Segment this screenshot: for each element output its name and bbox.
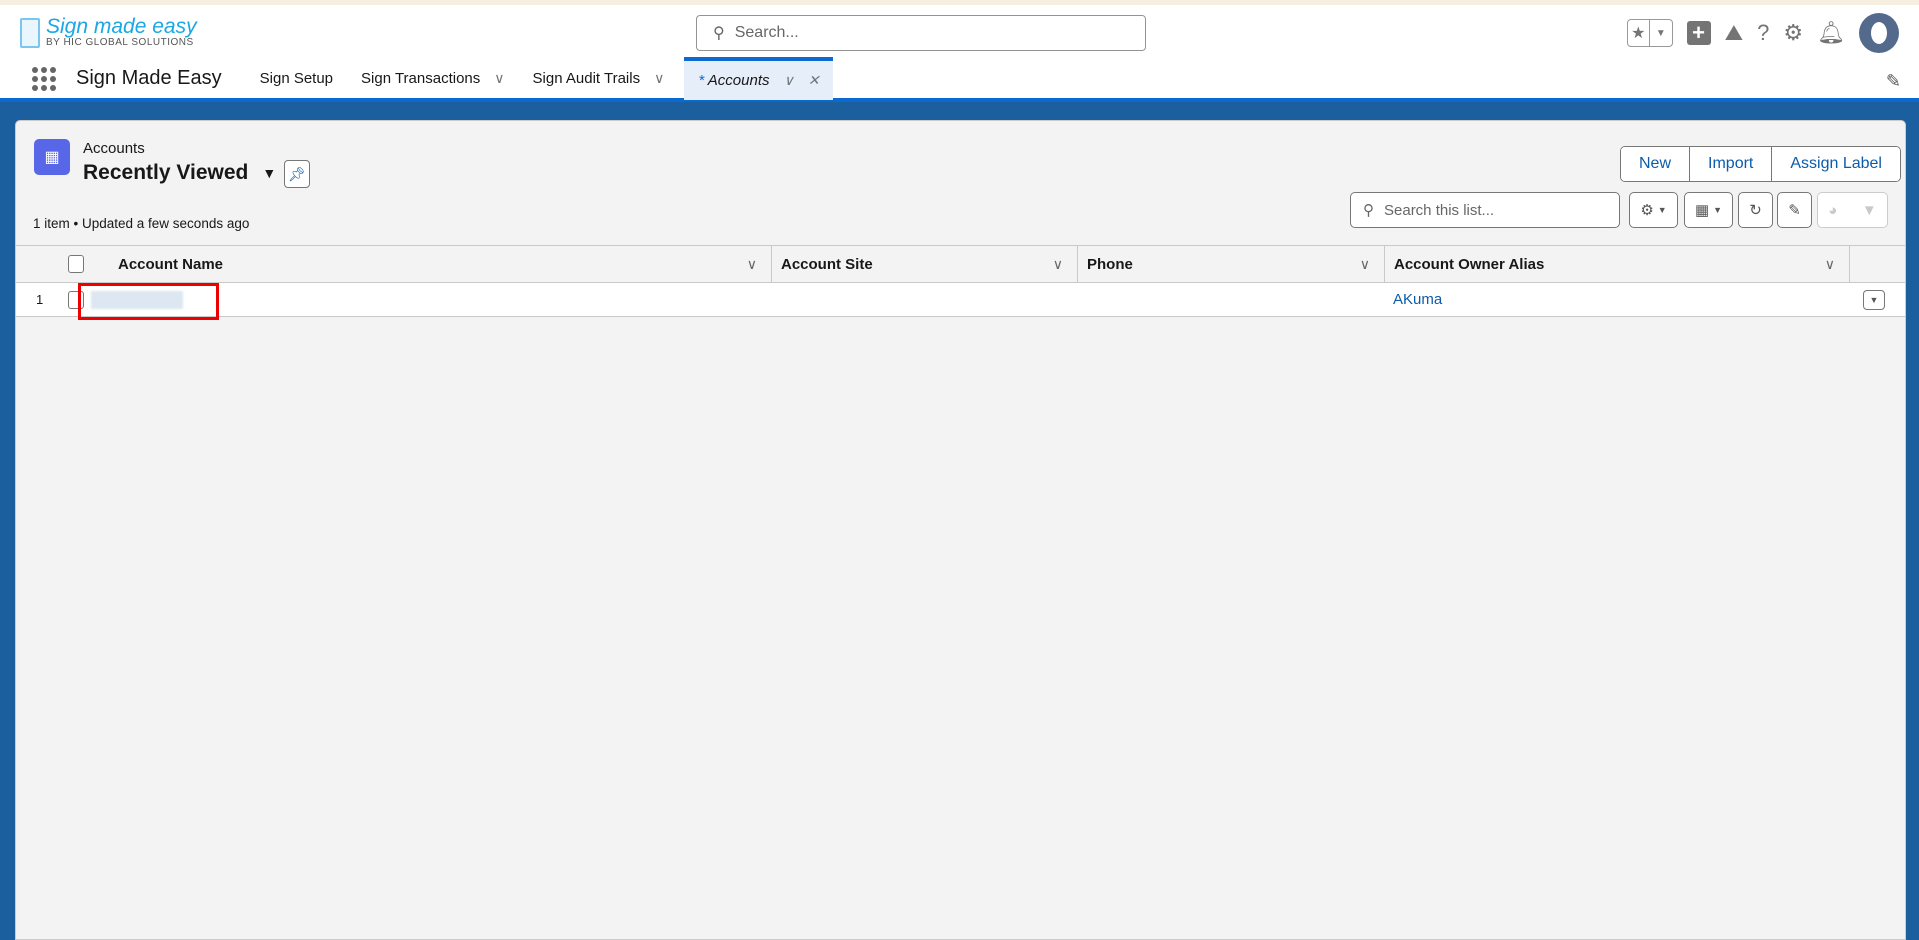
refresh-icon: ↻	[1749, 202, 1762, 219]
list-settings-button[interactable]: ⚙ ▼	[1629, 192, 1678, 228]
display-as-button[interactable]: ▦ ▼	[1684, 192, 1733, 228]
column-label: Account Site	[781, 255, 873, 273]
nav-bar: Sign Made Easy Sign Setup Sign Transacti…	[0, 57, 1919, 102]
document-icon	[20, 17, 40, 48]
chevron-down-icon[interactable]: ∨	[1053, 256, 1063, 273]
chevron-down-icon[interactable]: ∨	[654, 70, 664, 87]
list-table: Account Name ∨ Account Site ∨ Phone ∨ Accou…	[16, 245, 1905, 317]
action-buttons: New Import Assign Label	[1620, 146, 1901, 182]
global-search-input[interactable]: ⚲ Search...	[696, 15, 1146, 51]
favorites-button[interactable]: ★ ▼	[1626, 19, 1673, 47]
global-create-button[interactable]: +	[1686, 20, 1711, 45]
tab-label: Sign Setup	[259, 70, 334, 87]
unsaved-marker: *	[698, 72, 705, 89]
inline-edit-button[interactable]: ✎	[1777, 192, 1812, 228]
import-button[interactable]: Import	[1689, 147, 1772, 181]
column-label: Phone	[1087, 255, 1133, 273]
column-account-site[interactable]: Account Site ∨	[771, 246, 1077, 282]
chevron-down-icon[interactable]: ∨	[1360, 256, 1370, 273]
avatar[interactable]	[1859, 13, 1899, 53]
app-name: Sign Made Easy	[76, 67, 222, 89]
table-row: 1 AKuma ▼	[16, 283, 1905, 317]
search-placeholder: Search this list...	[1384, 201, 1495, 219]
chevron-down-icon[interactable]: ∨	[494, 70, 504, 87]
column-actions	[1849, 246, 1905, 282]
tab-sign-setup[interactable]: Sign Setup	[246, 57, 347, 100]
chevron-down-icon[interactable]: ∨	[747, 256, 757, 273]
gear-icon[interactable]: ⚙	[1783, 20, 1803, 46]
new-button[interactable]: New	[1621, 147, 1690, 181]
tab-label: Accounts	[707, 72, 770, 89]
list-view-card: ▦ Accounts Recently Viewed ▼ 📌︎ 1 item • …	[15, 120, 1906, 940]
list-view-selector[interactable]: Recently Viewed ▼	[83, 161, 276, 185]
chevron-down-icon: ▼	[1649, 20, 1672, 46]
caret-down-icon: ▼	[262, 165, 277, 181]
logo-subtitle: BY HIC GLOBAL SOLUTIONS	[46, 37, 194, 48]
star-icon: ★	[1631, 25, 1646, 42]
pin-icon[interactable]: 📌︎	[284, 160, 310, 188]
app-logo[interactable]: Sign made easy BY HIC GLOBAL SOLUTIONS	[20, 15, 197, 48]
highlight-box	[78, 283, 219, 320]
list-meta: 1 item • Updated a few seconds ago	[33, 216, 250, 231]
list-view-name: Recently Viewed	[83, 161, 249, 184]
tab-accounts[interactable]: * Accounts ∨ ✕	[684, 57, 834, 100]
logo-title: Sign made easy	[46, 15, 197, 38]
owner-alias-link[interactable]: AKuma	[1393, 283, 1593, 316]
column-account-name[interactable]: Account Name ∨	[88, 246, 771, 282]
search-placeholder: Search...	[734, 24, 799, 41]
search-icon: ⚲	[713, 25, 725, 42]
tab-label: Sign Transactions	[361, 70, 481, 87]
caret-down-icon: ▼	[1713, 205, 1723, 215]
table-icon: ▦	[1694, 202, 1710, 219]
global-header: Sign made easy BY HIC GLOBAL SOLUTIONS ⚲…	[0, 5, 1919, 59]
column-owner-alias[interactable]: Account Owner Alias ∨	[1384, 246, 1849, 282]
tab-label: Sign Audit Trails	[532, 70, 641, 87]
search-icon: ⚲	[1363, 202, 1374, 219]
refresh-button[interactable]: ↻	[1738, 192, 1773, 228]
trailhead-icon[interactable]: ⛰	[1725, 20, 1743, 46]
row-number: 1	[36, 292, 44, 307]
select-all-checkbox[interactable]	[68, 255, 84, 273]
gear-icon: ⚙	[1640, 202, 1654, 219]
chart-icon[interactable]: ◕	[1828, 202, 1837, 219]
list-search-input[interactable]: ⚲ Search this list...	[1350, 192, 1620, 228]
chart-filter-group: ◕ ▼	[1817, 192, 1888, 228]
account-icon: ▦	[34, 139, 70, 175]
help-icon[interactable]: ?	[1757, 20, 1769, 46]
pencil-icon: ✎	[1788, 202, 1801, 219]
caret-down-icon: ▼	[1657, 205, 1667, 215]
edit-nav-icon[interactable]: ✎	[1886, 71, 1901, 92]
assign-label-button[interactable]: Assign Label	[1771, 147, 1900, 181]
filter-icon[interactable]: ▼	[1862, 202, 1877, 219]
chevron-down-icon[interactable]: ∨	[1825, 256, 1835, 273]
column-label: Account Name	[118, 255, 224, 273]
app-launcher-icon[interactable]	[32, 66, 58, 91]
chevron-down-icon[interactable]: ∨	[784, 72, 794, 89]
bell-icon[interactable]: 🔔︎	[1817, 20, 1845, 46]
table-header: Account Name ∨ Account Site ∨ Phone ∨ Accou…	[16, 245, 1905, 283]
tab-sign-audit-trails[interactable]: Sign Audit Trails ∨	[519, 57, 679, 100]
close-icon[interactable]: ✕	[808, 72, 820, 89]
tab-sign-transactions[interactable]: Sign Transactions ∨	[347, 57, 518, 100]
object-label: Accounts	[83, 140, 145, 157]
column-phone[interactable]: Phone ∨	[1077, 246, 1384, 282]
column-label: Account Owner Alias	[1394, 255, 1545, 273]
row-actions-button[interactable]: ▼	[1863, 289, 1885, 310]
